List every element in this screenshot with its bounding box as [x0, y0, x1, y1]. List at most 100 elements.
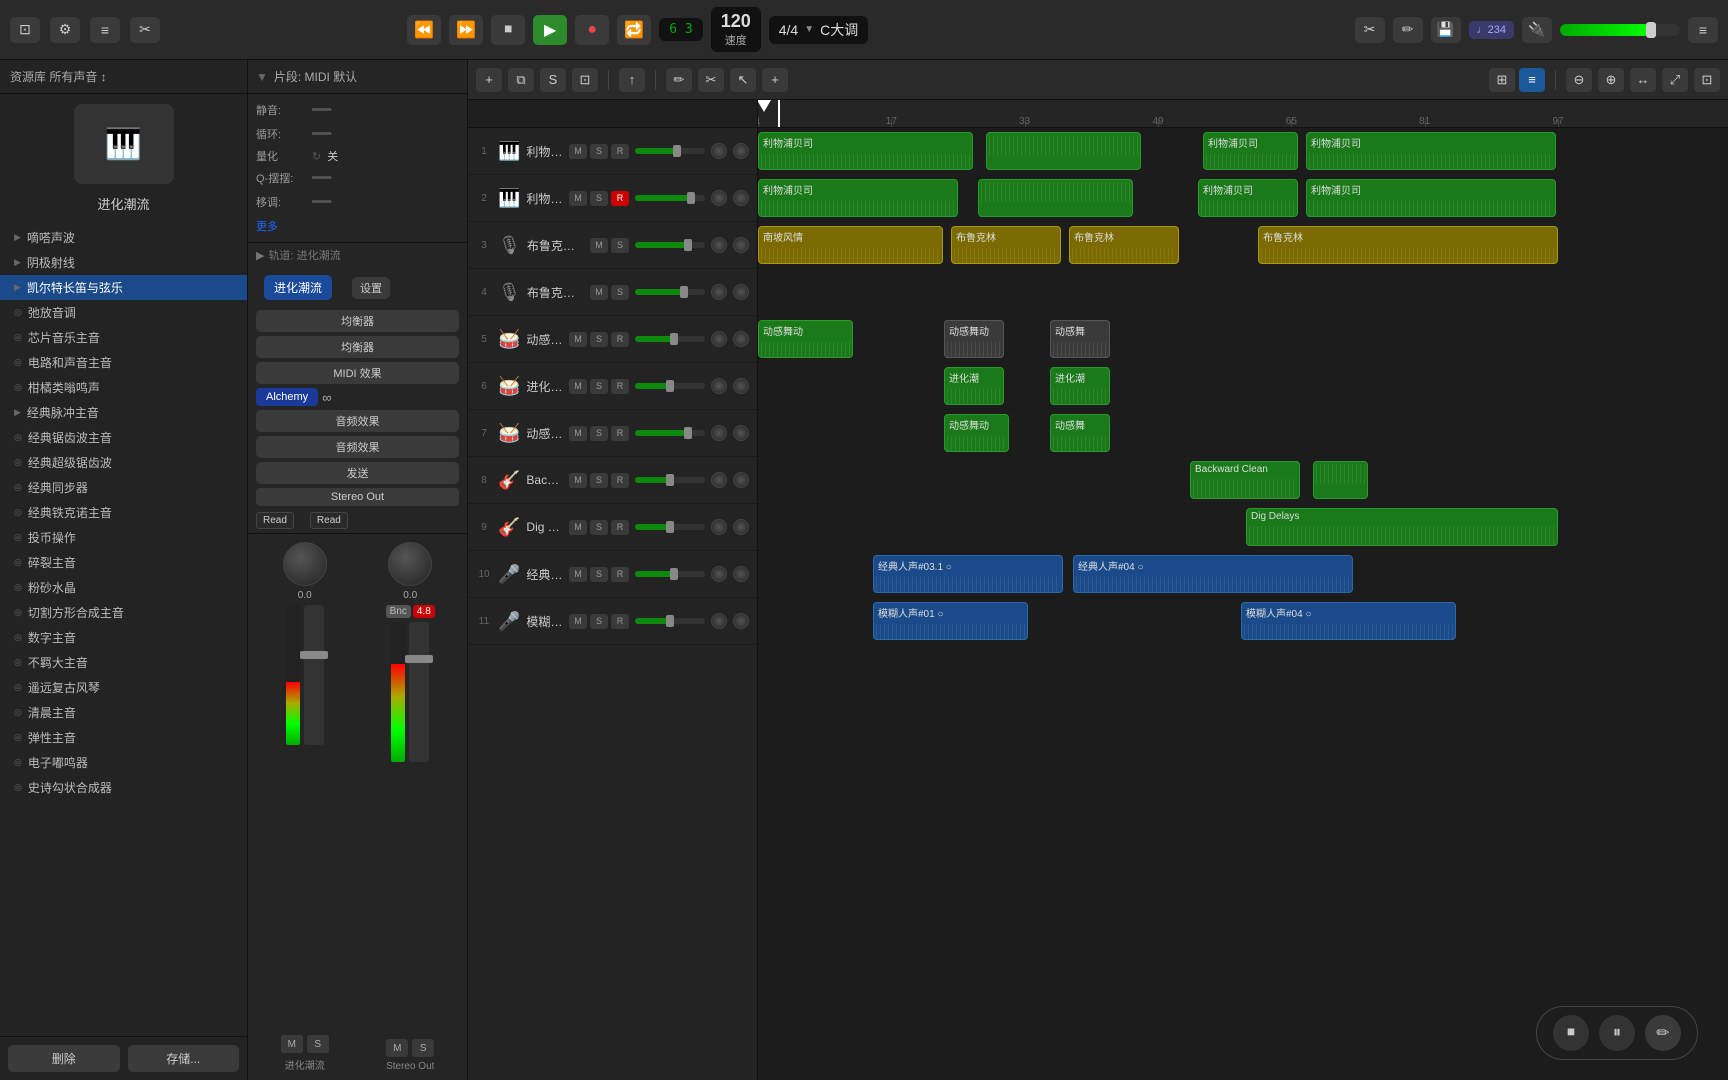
sidebar-item-22[interactable]: ◎史诗勾状合成器: [0, 775, 247, 800]
sidebar-item-4[interactable]: ◎芯片音乐主音: [0, 325, 247, 350]
plugin-button[interactable]: 进化潮流: [264, 275, 332, 300]
settings-btn[interactable]: ⚙: [50, 17, 80, 43]
clip-3-1[interactable]: 布鲁克林: [951, 226, 1061, 264]
clip-2-0[interactable]: 利物浦贝司: [758, 179, 958, 217]
sidebar-item-0[interactable]: ▶嘀嗒声波: [0, 225, 247, 250]
track-s-btn-10[interactable]: S: [590, 567, 608, 582]
sidebar-item-10[interactable]: ◎经典同步器: [0, 475, 247, 500]
track-header-6[interactable]: 6 🥁 进化潮流 M S R: [468, 363, 757, 410]
mixer-btn[interactable]: ≡: [90, 17, 120, 43]
screen-button[interactable]: ⊡: [572, 68, 598, 92]
track-fader-mini-4[interactable]: [635, 289, 705, 295]
track-vol-knob-6[interactable]: [711, 378, 727, 394]
bpm-display[interactable]: 120 速度: [711, 7, 761, 52]
track-m-btn-4[interactable]: M: [590, 285, 608, 300]
track-s-btn-4[interactable]: S: [611, 285, 629, 300]
clip-1-0[interactable]: 利物浦贝司: [758, 132, 973, 170]
track-header-7[interactable]: 7 🥁 动感舞动 M S R: [468, 410, 757, 457]
track-m-btn-2[interactable]: M: [569, 191, 587, 206]
clip-2-2[interactable]: 利物浦贝司: [1198, 179, 1298, 217]
zoom-full-button[interactable]: ⤢: [1662, 68, 1688, 92]
add-track-button[interactable]: +: [476, 68, 502, 92]
track-pan-knob-11[interactable]: [733, 613, 749, 629]
sidebar-item-20[interactable]: ◎弹性主音: [0, 725, 247, 750]
track-m-btn-5[interactable]: M: [569, 332, 587, 347]
track-vol-knob-1[interactable]: [711, 143, 727, 159]
clip-6-0[interactable]: 进化潮: [944, 367, 1004, 405]
arrow-up-button[interactable]: ↑: [619, 68, 645, 92]
snap-button[interactable]: ✂: [698, 68, 724, 92]
track-s-btn-11[interactable]: S: [590, 614, 608, 629]
loop-button[interactable]: 🔁: [617, 15, 651, 45]
sidebar-item-14[interactable]: ◎粉砂水晶: [0, 575, 247, 600]
clip-1-3[interactable]: 利物浦贝司: [1306, 132, 1556, 170]
track-r-btn-9[interactable]: R: [611, 520, 629, 535]
sidebar-item-6[interactable]: ◎柑橘类嗡鸣声: [0, 375, 247, 400]
clip-5-2[interactable]: 动感舞动: [944, 320, 1004, 358]
sidebar-item-12[interactable]: ◎投币操作: [0, 525, 247, 550]
settings-button[interactable]: 设置: [352, 277, 390, 299]
track-pan-knob-8[interactable]: [733, 472, 749, 488]
track-r-btn-6[interactable]: R: [611, 379, 629, 394]
zoom-out-button[interactable]: ↔: [1630, 68, 1656, 92]
clip-5-4[interactable]: 动感舞: [1050, 320, 1110, 358]
cursor-button[interactable]: ↖: [730, 68, 756, 92]
track-m-btn-7[interactable]: M: [569, 426, 587, 441]
track-m-btn-9[interactable]: M: [569, 520, 587, 535]
track-r-btn-8[interactable]: R: [611, 473, 629, 488]
track-m-btn-10[interactable]: M: [569, 567, 587, 582]
track-r-btn-7[interactable]: R: [611, 426, 629, 441]
save-btn[interactable]: 💾: [1431, 17, 1461, 43]
track-header-1[interactable]: 1 🎹 利物浦贝司 M S R: [468, 128, 757, 175]
track-row-3[interactable]: 南坡风情布鲁克林布鲁克林布鲁克林: [758, 222, 1728, 269]
track-m-btn-6[interactable]: M: [569, 379, 587, 394]
audio-fx2-button[interactable]: 音频效果: [256, 436, 459, 458]
track-pan-knob-3[interactable]: [733, 237, 749, 253]
pencil-tool-btn[interactable]: ✏: [1393, 17, 1423, 43]
track-row-1[interactable]: 利物浦贝司利物浦贝司利物浦贝司: [758, 128, 1728, 175]
cut-tool-btn[interactable]: ✂: [1355, 17, 1385, 43]
track-m-btn-1[interactable]: M: [569, 144, 587, 159]
track-header-2[interactable]: 2 🎹 利物浦贝司 M S R: [468, 175, 757, 222]
ch1-m-button[interactable]: M: [281, 1035, 303, 1053]
track-r-btn-5[interactable]: R: [611, 332, 629, 347]
sidebar-item-17[interactable]: ◎不羁大主音: [0, 650, 247, 675]
overlay-stop-button[interactable]: ⏹: [1553, 1015, 1589, 1051]
track-m-btn-8[interactable]: M: [569, 473, 587, 488]
track-vol-knob-8[interactable]: [711, 472, 727, 488]
clip-8-0[interactable]: Backward Clean: [1190, 461, 1300, 499]
clip-10-0[interactable]: 经典人声#03.1 ○: [873, 555, 1063, 593]
delete-button[interactable]: 删除: [8, 1045, 120, 1072]
track-fader-mini-6[interactable]: [635, 383, 705, 389]
sidebar-item-13[interactable]: ◎碎裂主音: [0, 550, 247, 575]
sidebar-item-1[interactable]: ▶阴极射线: [0, 250, 247, 275]
clip-3-2[interactable]: 布鲁克林: [1069, 226, 1179, 264]
track-fader-mini-3[interactable]: [635, 242, 705, 248]
clip-1-2[interactable]: 利物浦贝司: [1203, 132, 1298, 170]
sidebar-item-2[interactable]: ▶凯尔特长笛与弦乐: [0, 275, 247, 300]
track-row-8[interactable]: Backward Clean: [758, 457, 1728, 504]
alchemy-button[interactable]: Alchemy: [256, 388, 318, 406]
track-row-5[interactable]: 动感舞动进化潮动感舞动进化潮动感舞: [758, 316, 1728, 363]
note-button[interactable]: +: [762, 68, 788, 92]
send-button[interactable]: 发送: [256, 462, 459, 484]
sidebar-item-7[interactable]: ▶经典脉冲主音: [0, 400, 247, 425]
sidebar-item-11[interactable]: ◎经典铁克诺主音: [0, 500, 247, 525]
track-pan-knob-7[interactable]: [733, 425, 749, 441]
track-header-5[interactable]: 5 🥁 动感舞动 M S R: [468, 316, 757, 363]
track-r-btn-1[interactable]: R: [611, 144, 629, 159]
ch1-fader[interactable]: [304, 605, 324, 745]
track-pan-knob-5[interactable]: [733, 331, 749, 347]
zoom-fit-button[interactable]: ⊖: [1566, 68, 1592, 92]
track-r-btn-11[interactable]: R: [611, 614, 629, 629]
track-pan-knob-10[interactable]: [733, 566, 749, 582]
track-m-btn-3[interactable]: M: [590, 238, 608, 253]
time-signature[interactable]: 4/4 ▼ C大调: [769, 16, 869, 44]
clip-7-0[interactable]: 动感舞动: [944, 414, 1009, 452]
track-row-4[interactable]: [758, 269, 1728, 316]
clip-6-1[interactable]: 进化潮: [1050, 367, 1110, 405]
clip-1-1[interactable]: [986, 132, 1141, 170]
track-row-11[interactable]: 模糊人声#01 ○模糊人声#04 ○: [758, 598, 1728, 645]
track-vol-knob-7[interactable]: [711, 425, 727, 441]
track-s-btn-1[interactable]: S: [590, 144, 608, 159]
